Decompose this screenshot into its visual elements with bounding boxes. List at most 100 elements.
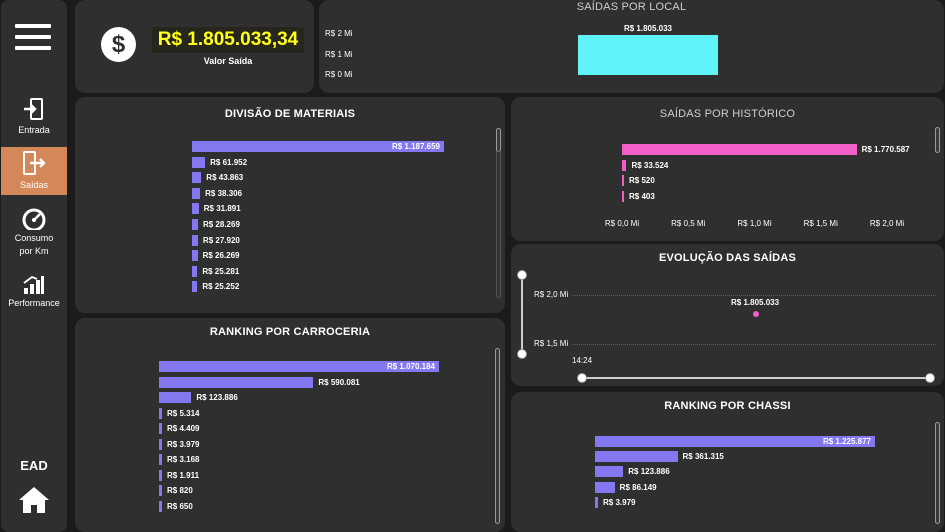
bar-value-label: R$ 25.252 <box>202 282 240 292</box>
bar[interactable] <box>192 281 198 293</box>
bar-value-label: R$ 590.081 <box>318 377 360 387</box>
bar-row: R$ 28.269 <box>192 219 505 230</box>
scrollbar[interactable] <box>495 348 500 524</box>
bar-value-label: R$ 26.269 <box>202 251 240 261</box>
y-range-slider[interactable] <box>521 275 523 355</box>
y-tick-label: R$ 2 Mi <box>325 29 353 38</box>
bar[interactable] <box>192 219 198 230</box>
bar[interactable] <box>595 481 615 493</box>
bar[interactable] <box>192 172 202 184</box>
bar-value-label: R$ 3.979 <box>603 497 636 507</box>
bar[interactable] <box>192 187 201 199</box>
bar[interactable] <box>192 265 198 277</box>
nav-label-entrada: Entrada <box>18 125 50 135</box>
bar[interactable] <box>192 203 199 215</box>
bar[interactable] <box>159 438 162 450</box>
bar[interactable] <box>159 423 162 434</box>
bar-value-label: R$ 1.187.659 <box>391 142 440 151</box>
data-point[interactable] <box>753 311 759 318</box>
speedometer-icon <box>22 208 46 230</box>
bar-value-label: R$ 1.070.184 <box>386 362 435 371</box>
bar-value-label: R$ 5.314 <box>167 408 200 418</box>
bar-row: R$ 123.886 <box>159 392 505 403</box>
bar-row: R$ 1.070.184 <box>159 361 505 372</box>
panel-ranking-por-carroceria: RANKING POR CARROCERIA R$ 1.070.184 R$ 59… <box>75 318 505 532</box>
bar[interactable] <box>622 144 857 155</box>
nav-item-saidas[interactable]: Saídas <box>1 147 67 195</box>
bar-value-label: R$ 520 <box>629 176 655 185</box>
bar-value-label: R$ 43.863 <box>206 173 244 183</box>
bar-row: R$ 361.315 <box>595 451 944 463</box>
bar-row: R$ 1.911 <box>159 469 505 481</box>
bar-row: R$ 403 <box>622 190 942 202</box>
bar-value-label: R$ 3.168 <box>167 455 200 464</box>
entrada-icon <box>24 98 43 120</box>
bar-row: R$ 31.891 <box>192 203 505 215</box>
bar[interactable] <box>192 250 198 262</box>
bar-row: R$ 820 <box>159 485 505 496</box>
gridline <box>571 344 936 345</box>
bar-row: R$ 25.281 <box>192 265 505 277</box>
nav-item-entrada[interactable]: Entrada <box>1 98 67 142</box>
nav-label-consumo: Consumo por Km <box>14 233 54 256</box>
x-range-slider[interactable] <box>582 377 931 379</box>
dollar-icon: $ <box>101 27 136 62</box>
bar-value-label: R$ 4.409 <box>167 424 200 433</box>
bar[interactable] <box>595 496 598 508</box>
bar-value-label: R$ 123.886 <box>628 467 670 477</box>
bar[interactable] <box>192 156 206 168</box>
x-slider-right-handle[interactable] <box>925 373 935 383</box>
bar[interactable] <box>159 407 162 419</box>
bar[interactable] <box>159 469 162 481</box>
y-tick-label: R$ 2,0 Mi <box>534 290 569 299</box>
bar-value-label: R$ 61.952 <box>210 157 248 167</box>
bar[interactable] <box>622 190 624 202</box>
y-slider-bottom-handle[interactable] <box>517 349 527 359</box>
nav-item-performance[interactable]: Performance <box>1 273 67 313</box>
bar[interactable] <box>622 175 624 186</box>
bar-row: R$ 33.524 <box>622 159 942 171</box>
panel-title: EVOLUÇÃO DAS SAÍDAS <box>658 252 797 264</box>
bar-value-label: R$ 27.920 <box>202 235 240 245</box>
scrollbar-track[interactable] <box>496 128 501 298</box>
x-slider-left-handle[interactable] <box>577 373 587 383</box>
gridline <box>571 295 936 296</box>
scrollbar[interactable] <box>935 127 940 153</box>
performance-icon <box>23 275 44 294</box>
bar-row: R$ 86.149 <box>595 481 944 493</box>
bar-row: R$ 43.863 <box>192 172 505 184</box>
bar-value-label: R$ 3.979 <box>167 439 200 449</box>
bar-value-label: R$ 650 <box>167 501 193 511</box>
bar[interactable] <box>192 234 198 246</box>
y-slider-top-handle[interactable] <box>517 270 527 280</box>
bar[interactable] <box>578 35 718 75</box>
bar[interactable] <box>595 466 624 478</box>
kpi-label: Valor Saída <box>203 56 253 66</box>
bar-row: R$ 38.306 <box>192 187 505 199</box>
bar[interactable] <box>159 454 162 465</box>
sidebar: Entrada Saídas Consumo por Km Performanc… <box>1 0 67 532</box>
bar[interactable] <box>595 451 678 463</box>
menu-icon[interactable] <box>15 24 51 50</box>
bar[interactable] <box>159 485 162 496</box>
bar-value-label: R$ 403 <box>629 191 655 201</box>
nav-item-consumo[interactable]: Consumo por Km <box>1 208 67 264</box>
footer-label: EAD <box>20 458 48 473</box>
bar-value-label: R$ 31.891 <box>203 204 241 214</box>
x-tick-label: R$ 1,0 Mi <box>737 219 772 228</box>
home-icon[interactable] <box>18 486 50 514</box>
bar[interactable] <box>622 159 627 171</box>
y-tick-label: R$ 1,5 Mi <box>534 339 569 348</box>
bar-row: R$ 520 <box>622 175 942 186</box>
bar-row: R$ 5.314 <box>159 407 505 419</box>
bar-row: R$ 3.979 <box>595 496 944 508</box>
panel-evolucao-das-saidas: EVOLUÇÃO DAS SAÍDAS R$ 2,0 Mi R$ 1,5 Mi … <box>511 244 944 386</box>
bar[interactable] <box>159 392 192 403</box>
saidas-icon <box>23 151 46 175</box>
bar[interactable] <box>159 376 314 388</box>
bar-row: R$ 27.920 <box>192 234 505 246</box>
bar[interactable] <box>159 500 162 512</box>
scrollbar[interactable] <box>935 422 940 524</box>
bar-row: R$ 1.187.659 <box>192 141 505 152</box>
panel-ranking-por-chassi: RANKING POR CHASSI R$ 1.225.877 R$ 361.31… <box>511 392 944 532</box>
